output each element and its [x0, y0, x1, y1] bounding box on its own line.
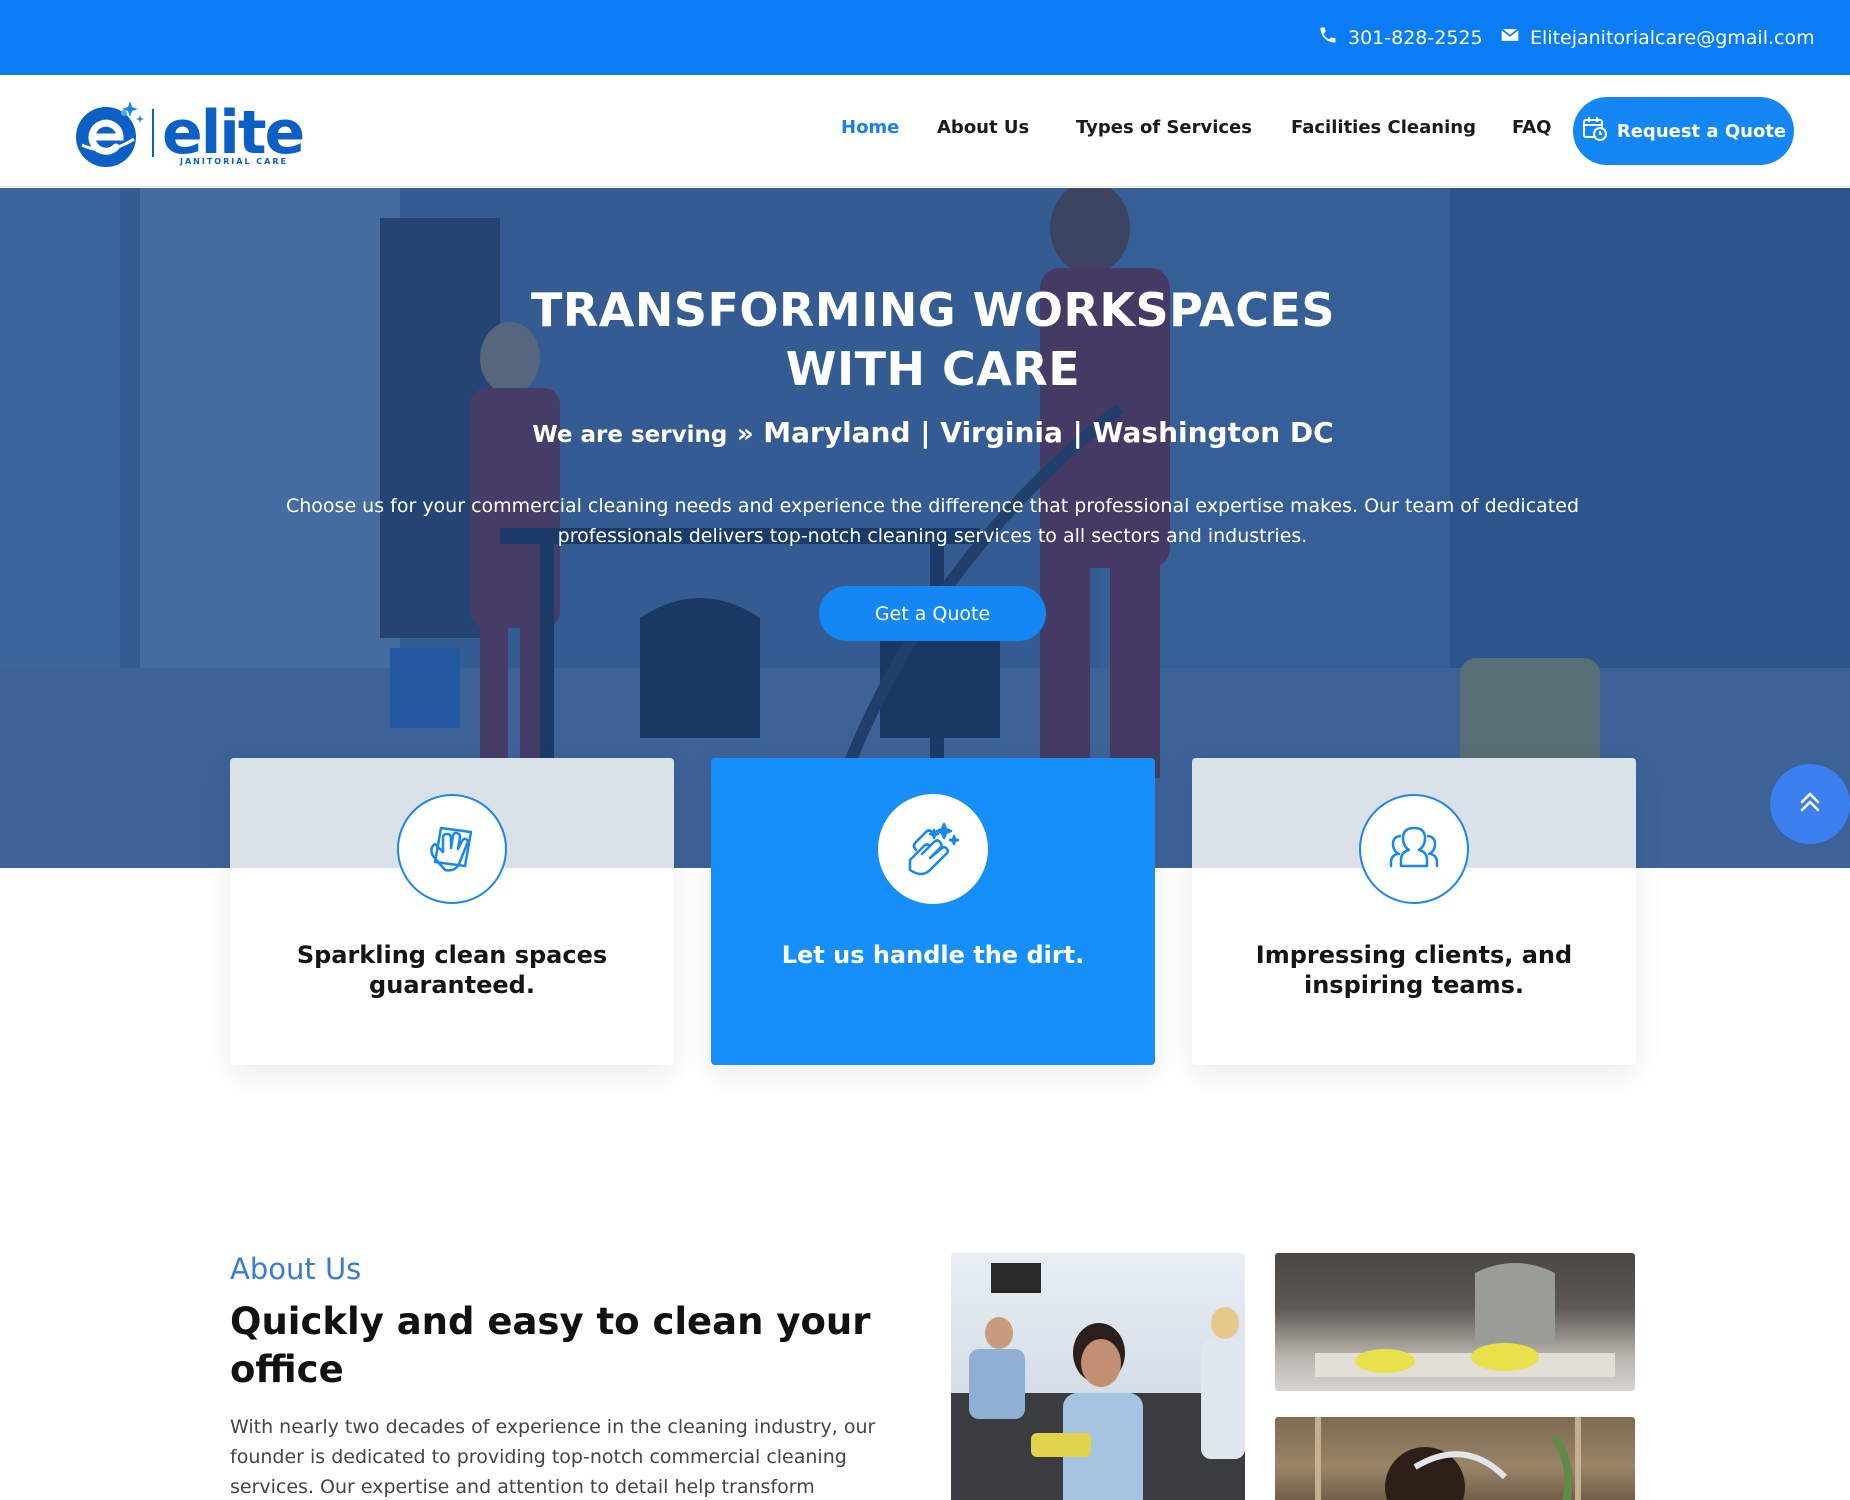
about-photo-team-cleaning — [951, 1253, 1245, 1500]
sparkling-hands-icon — [878, 794, 988, 904]
nav-faq[interactable]: FAQ — [1512, 117, 1551, 138]
about-body-text: With nearly two decades of experience in… — [230, 1416, 876, 1498]
double-chevron-right-icon: » — [736, 419, 754, 449]
request-quote-label: Request a Quote — [1616, 120, 1787, 142]
about-heading: Quickly and easy to clean your office — [230, 1300, 871, 1391]
hero-serving-line: We are serving » Maryland | Virginia | W… — [0, 416, 1850, 449]
cleaning-cloth-hand-icon — [397, 794, 507, 904]
phone-icon — [1318, 25, 1338, 50]
nav-about-us[interactable]: About Us — [937, 117, 1029, 138]
feature-title: Impressing clients, and inspiring teams. — [1255, 941, 1573, 999]
hero-title-line2: WITH CARE — [785, 342, 1081, 396]
about-photo-person-face-shield — [1275, 1417, 1635, 1500]
about-eyebrow: About Us — [230, 1252, 362, 1286]
envelope-icon — [1500, 25, 1520, 50]
nav-facilities-cleaning[interactable]: Facilities Cleaning — [1291, 117, 1476, 138]
main-navbar: elite JANITORIAL CARE Home About Us Type… — [0, 75, 1850, 187]
phone-link[interactable]: 301-828-2525 — [1318, 0, 1483, 75]
hero-title-line1: TRANSFORMING WORKSPACES — [530, 283, 1336, 337]
serving-lead: We are serving — [532, 422, 728, 448]
phone-number: 301-828-2525 — [1348, 26, 1483, 49]
email-address: Elitejanitorialcare@gmail.com — [1530, 26, 1815, 49]
feature-card-sparkling: Sparkling clean spaces guaranteed. — [230, 758, 674, 1065]
nav-home[interactable]: Home — [841, 117, 899, 138]
brand-logo[interactable]: elite JANITORIAL CARE — [72, 95, 305, 173]
hero-title: TRANSFORMING WORKSPACES WITH CARE — [0, 281, 1850, 399]
scroll-to-top-button[interactable] — [1770, 764, 1850, 844]
serving-regions: Maryland | Virginia | Washington DC — [763, 416, 1334, 449]
feature-title: Let us handle the dirt. — [781, 941, 1085, 969]
feature-card-dirt: Let us handle the dirt. — [711, 758, 1155, 1065]
hero-description: Choose us for your commercial cleaning n… — [285, 495, 1580, 547]
feature-card-clients: Impressing clients, and inspiring teams. — [1192, 758, 1636, 1065]
about-photo-man-wiping — [1275, 1253, 1635, 1391]
logo-e-mark-icon — [76, 101, 144, 167]
brand-tagline: JANITORIAL CARE — [180, 157, 288, 166]
top-contact-bar: 301-828-2525 Elitejanitorialcare@gmail.c… — [0, 0, 1850, 75]
team-people-icon — [1359, 794, 1469, 904]
feature-title: Sparkling clean spaces guaranteed. — [296, 941, 608, 999]
nav-types-of-services[interactable]: Types of Services — [1076, 117, 1252, 138]
logo-divider — [152, 109, 154, 157]
calendar-clock-icon — [1581, 115, 1609, 148]
email-link[interactable]: Elitejanitorialcare@gmail.com — [1500, 0, 1815, 75]
request-quote-button[interactable]: Request a Quote — [1573, 97, 1794, 165]
get-quote-button[interactable]: Get a Quote — [819, 586, 1046, 641]
double-chevron-up-icon — [1796, 788, 1824, 820]
